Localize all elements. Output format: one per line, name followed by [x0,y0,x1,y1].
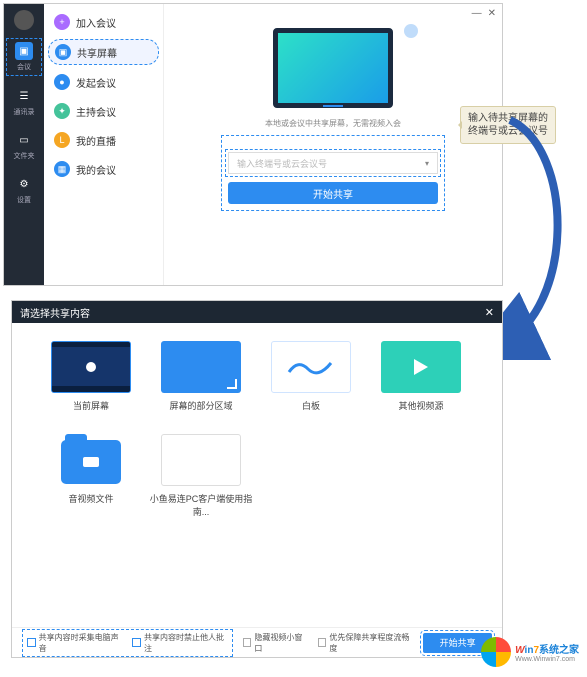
sidebar-label: 设置 [17,195,31,205]
checkbox-icon [243,638,252,647]
menu-label: 我的直播 [76,133,116,148]
menu-column: + 加入会议 ▣ 共享屏幕 ● 发起会议 ✦ 主持会议 L 我的直播 ▦ 我的会议 [44,4,164,285]
chk-label: 共享内容时禁止他人批注 [144,632,228,654]
chk-priority-smooth[interactable]: 优先保障共享程度流畅度 [318,632,414,654]
checkbox-icon [318,638,327,647]
calendar-icon: ▦ [54,161,70,177]
whiteboard-thumbnail [271,341,351,393]
menu-label: 我的会议 [76,162,116,177]
host-icon: ✦ [54,103,70,119]
chk-capture-audio[interactable]: 共享内容时采集电脑声音 [27,632,122,654]
share-form-highlight: 输入终端号或云会议号 ▾ 开始共享 [221,135,445,211]
watermark-text: Win7系统之家 Www.Winwin7.com [515,641,579,663]
source-label: 音视频文件 [68,492,113,505]
menu-join-meeting[interactable]: + 加入会议 [48,10,159,34]
document-thumbnail [161,434,241,486]
source-media-files[interactable]: 音视频文件 [36,434,146,518]
close-button[interactable]: ✕ [488,8,496,19]
start-share-button[interactable]: 开始共享 [228,182,438,204]
chk-hide-video-window[interactable]: 隐藏视频小窗口 [243,632,308,654]
main-area: — ✕ 本地或会议中共享屏幕，无需视频入会 输入终端号或云会议号 ▾ 开始共享 … [164,4,502,285]
dialog-header: 请选择共享内容 ✕ [12,301,502,323]
menu-start-meeting[interactable]: ● 发起会议 [48,70,159,94]
checkbox-icon [27,638,36,647]
meeting-icon: ▣ [15,42,33,60]
source-screen-region[interactable]: 屏幕的部分区域 [146,341,256,412]
menu-label: 共享屏幕 [77,45,117,60]
camera-icon: ● [54,74,70,90]
chk-disable-annotate[interactable]: 共享内容时禁止他人批注 [132,632,227,654]
select-share-content-dialog: 请选择共享内容 ✕ 当前屏幕 屏幕的部分区域 白板 其他视频源 音视频文件 [11,300,503,658]
source-document-window[interactable]: 小鱼易连PC客户端使用指南... [146,434,256,518]
app-sidebar: ▣ 会议 ☰ 通讯录 ▭ 文件夹 ⚙ 设置 [4,4,44,285]
sidebar-item-files[interactable]: ▭ 文件夹 [6,128,42,164]
terminal-id-input[interactable]: 输入终端号或云会议号 ▾ [228,152,438,174]
source-current-screen[interactable]: 当前屏幕 [36,341,146,412]
source-label: 小鱼易连PC客户端使用指南... [146,492,256,518]
share-icon: ▣ [55,44,71,60]
menu-host-meeting[interactable]: ✦ 主持会议 [48,99,159,123]
menu-share-screen[interactable]: ▣ 共享屏幕 [48,39,159,65]
menu-my-meetings[interactable]: ▦ 我的会议 [48,157,159,181]
chk-label: 共享内容时采集电脑声音 [39,632,123,654]
share-subtitle: 本地或会议中共享屏幕，无需视频入会 [265,118,401,129]
checkbox-icon [132,638,141,647]
menu-my-live[interactable]: L 我的直播 [48,128,159,152]
source-other-video[interactable]: 其他视频源 [366,341,476,412]
chevron-down-icon: ▾ [425,159,429,168]
dialog-footer: 共享内容时采集电脑声音 共享内容时禁止他人批注 隐藏视频小窗口 优先保障共享程度… [12,627,502,657]
sidebar-label: 通讯录 [14,107,35,117]
menu-label: 主持会议 [76,104,116,119]
dialog-start-share-button[interactable]: 开始共享 [423,633,492,653]
share-source-grid: 当前屏幕 屏幕的部分区域 白板 其他视频源 音视频文件 小鱼易连PC客户端使用指… [36,341,478,540]
audio-options-highlight: 共享内容时采集电脑声音 共享内容时禁止他人批注 [22,629,233,657]
screen-thumbnail [51,341,131,393]
dialog-title: 请选择共享内容 [20,305,90,320]
source-label: 白板 [302,399,320,412]
share-screen-window: ▣ 会议 ☰ 通讯录 ▭ 文件夹 ⚙ 设置 + 加入会议 ▣ 共享屏幕 ● 发起会议 … [3,3,503,286]
chk-label: 隐藏视频小窗口 [254,632,307,654]
sidebar-label: 会议 [17,62,31,72]
sidebar-item-meeting[interactable]: ▣ 会议 [6,38,42,76]
decor-dot [404,24,418,38]
sidebar-label: 文件夹 [14,151,35,161]
live-icon: L [54,132,70,148]
monitor-illustration [273,28,393,108]
region-thumbnail [161,341,241,393]
menu-label: 发起会议 [76,75,116,90]
folder-icon: ▭ [15,131,33,149]
contacts-icon: ☰ [15,87,33,105]
window-controls: — ✕ [472,8,496,19]
source-label: 当前屏幕 [73,399,109,412]
input-placeholder: 输入终端号或云会议号 [237,157,327,170]
avatar[interactable] [14,10,34,30]
menu-label: 加入会议 [76,15,116,30]
dialog-body: 当前屏幕 屏幕的部分区域 白板 其他视频源 音视频文件 小鱼易连PC客户端使用指… [12,323,502,627]
chk-label: 优先保障共享程度流畅度 [329,632,413,654]
gear-icon: ⚙ [15,175,33,193]
minimize-button[interactable]: — [472,8,482,19]
sidebar-item-contacts[interactable]: ☰ 通讯录 [6,84,42,120]
plus-icon: + [54,14,70,30]
source-label: 屏幕的部分区域 [169,399,232,412]
folder-thumbnail [51,434,131,486]
source-label: 其他视频源 [398,399,443,412]
close-icon[interactable]: ✕ [485,306,494,319]
source-whiteboard[interactable]: 白板 [256,341,366,412]
video-thumbnail [381,341,461,393]
sidebar-item-settings[interactable]: ⚙ 设置 [6,172,42,208]
